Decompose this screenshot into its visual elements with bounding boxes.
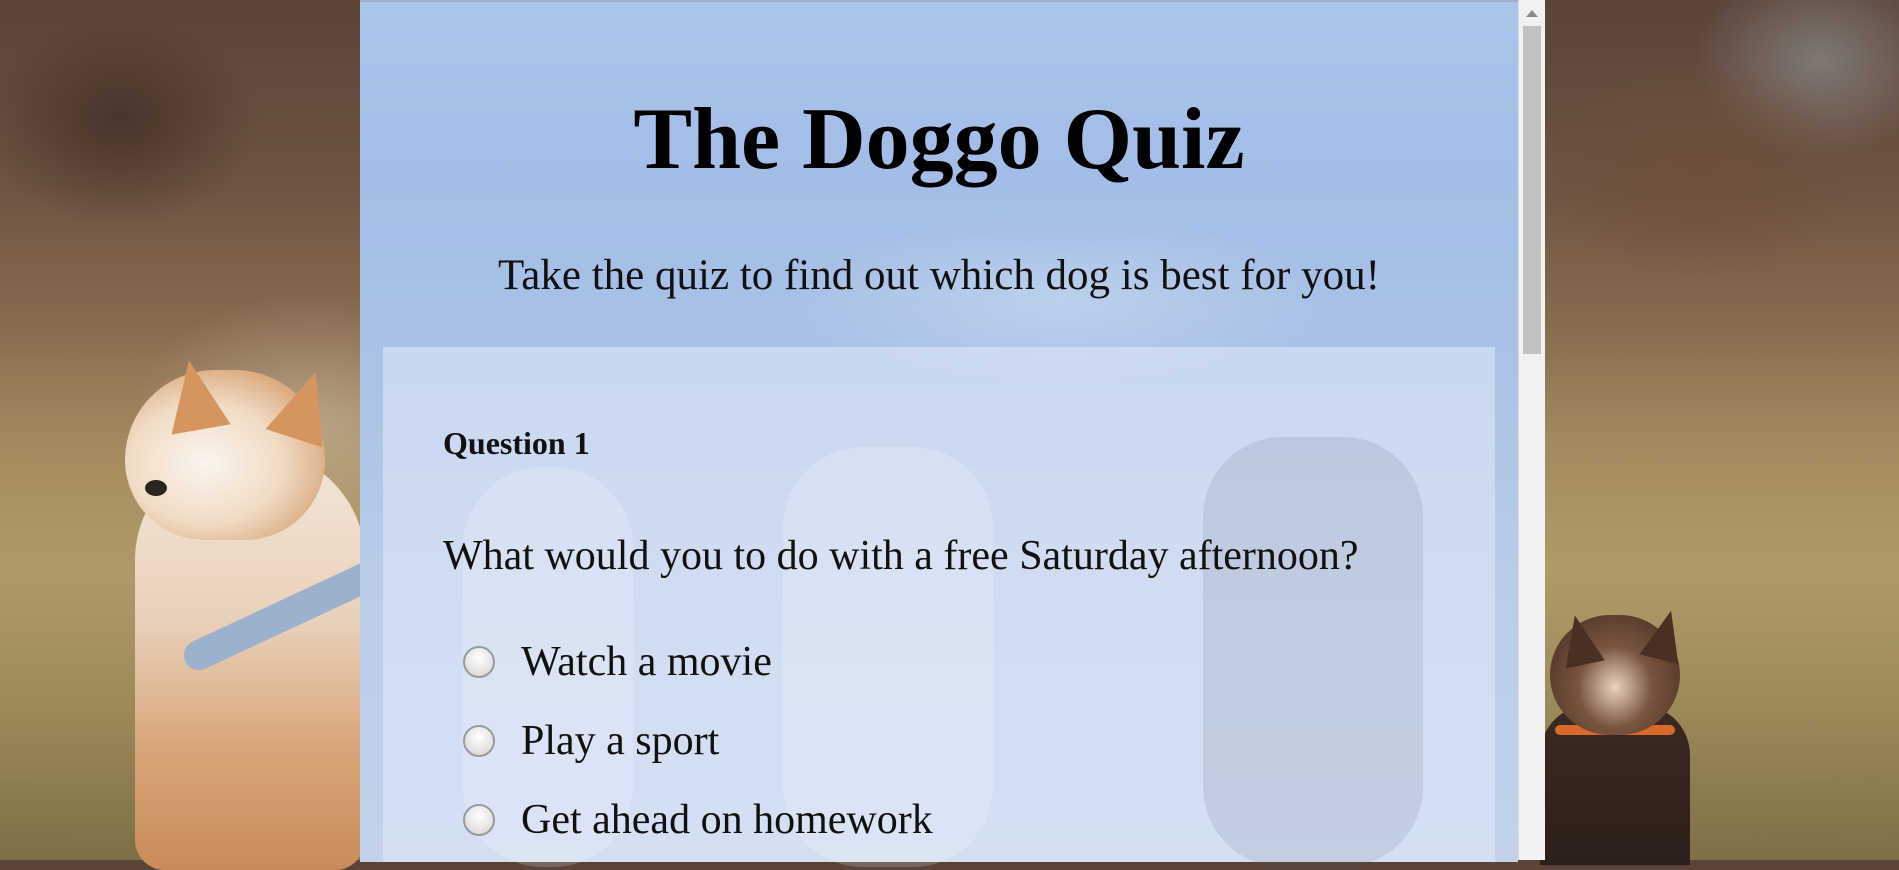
dog-ear (1639, 605, 1691, 665)
scroll-up-button[interactable] (1519, 0, 1545, 26)
dog-head (1550, 605, 1691, 735)
answer-option-homework[interactable]: Get ahead on homework (463, 795, 933, 845)
radio-button[interactable] (463, 804, 495, 836)
vertical-scrollbar[interactable] (1518, 0, 1545, 860)
page-subtitle: Take the quiz to find out which dog is b… (498, 252, 1380, 299)
background-dog-shiba-left (95, 330, 392, 870)
answer-option-play-sport[interactable]: Play a sport (463, 716, 719, 766)
scroll-thumb[interactable] (1523, 26, 1541, 354)
quiz-panel: The Doggo Quiz Take the quiz to find out… (360, 0, 1518, 867)
triangle-up-icon (1526, 9, 1538, 17)
answer-label: Get ahead on homework (521, 797, 933, 843)
background-dog-right (1540, 585, 1691, 865)
question-number: Question 1 (443, 425, 590, 461)
page-title: The Doggo Quiz (633, 91, 1245, 188)
radio-button[interactable] (463, 725, 495, 757)
question-card: Question 1 What would you to do with a f… (383, 347, 1495, 867)
dog-head (125, 355, 345, 540)
dog-ear (159, 355, 231, 435)
dog-ear (1555, 611, 1605, 669)
answer-label: Play a sport (521, 718, 720, 764)
dog-nose (145, 480, 167, 496)
radio-button[interactable] (463, 646, 495, 678)
answer-label: Watch a movie (521, 639, 772, 685)
faded-dog-image (1203, 437, 1423, 867)
answer-option-watch-movie[interactable]: Watch a movie (463, 637, 772, 687)
dog-ear (265, 362, 345, 448)
question-text: What would you to do with a free Saturda… (443, 533, 1359, 579)
